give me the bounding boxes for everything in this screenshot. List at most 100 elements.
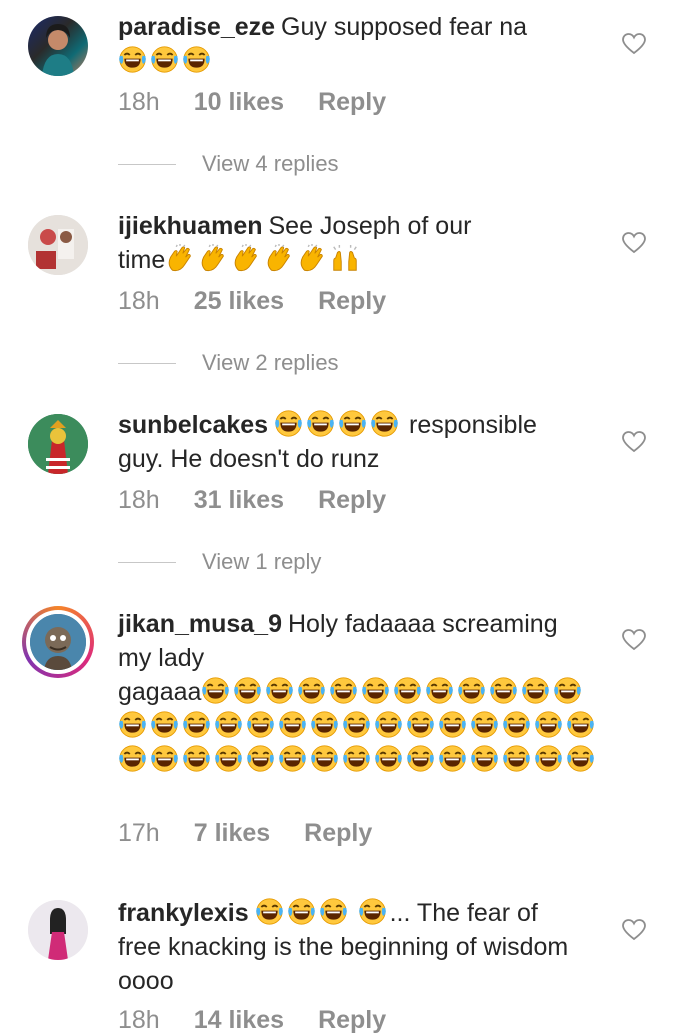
laugh-emoji: [425, 676, 454, 705]
username[interactable]: jikan_musa_9: [118, 610, 282, 638]
laugh-emoji: [534, 710, 563, 739]
laugh-emoji: [438, 744, 467, 773]
laugh-emoji: [287, 897, 316, 926]
clap-emoji: [297, 244, 327, 274]
laugh-emoji: [361, 676, 390, 705]
view-replies-button[interactable]: View 1 reply: [118, 549, 321, 575]
laugh-emoji: [534, 744, 563, 773]
comment-text: See Joseph of our: [268, 212, 472, 240]
comment-text: Holy fadaaaa screaming: [288, 610, 558, 638]
laugh-emoji: [370, 409, 399, 438]
laugh-emoji: [470, 710, 499, 739]
laugh-emoji: [278, 744, 307, 773]
laugh-emoji: [489, 676, 518, 705]
emoji-group: [274, 411, 402, 439]
reply-button[interactable]: Reply: [304, 819, 372, 848]
heart-icon[interactable]: [622, 431, 646, 453]
reply-button[interactable]: Reply: [318, 486, 386, 515]
reply-button[interactable]: Reply: [318, 287, 386, 316]
heart-icon[interactable]: [622, 232, 646, 254]
laugh-emoji: [118, 744, 147, 773]
comment-text: ... The fear of: [389, 899, 538, 927]
likes-count[interactable]: 14 likes: [194, 1006, 284, 1035]
laugh-emoji: [278, 710, 307, 739]
likes-count[interactable]: 7 likes: [194, 819, 270, 848]
username[interactable]: ijiekhuamen: [118, 212, 263, 240]
view-replies-button[interactable]: View 4 replies: [118, 151, 339, 177]
laugh-emoji: [521, 676, 550, 705]
avatar[interactable]: [28, 16, 88, 76]
laugh-emoji: [310, 744, 339, 773]
laugh-emoji: [406, 744, 435, 773]
comment-text-cont: guy. He doesn't do runz: [118, 445, 380, 473]
avatar[interactable]: [28, 900, 88, 960]
clap-emoji: [165, 244, 195, 274]
laugh-emoji: [319, 897, 348, 926]
laugh-emoji: [182, 45, 211, 74]
heart-icon[interactable]: [622, 629, 646, 651]
laugh-emoji: [342, 744, 371, 773]
laugh-emoji: [438, 710, 467, 739]
avatar[interactable]: [22, 606, 94, 678]
clap-emoji: [198, 244, 228, 274]
comment-time: 18h: [118, 88, 160, 116]
likes-count[interactable]: 10 likes: [194, 88, 284, 117]
avatar[interactable]: [28, 414, 88, 474]
laugh-emoji: [246, 710, 275, 739]
view-replies-button[interactable]: View 2 replies: [118, 350, 339, 376]
laugh-emoji: [374, 710, 403, 739]
laugh-emoji: [374, 744, 403, 773]
emoji-group: [255, 899, 390, 927]
comment-text-cont2: oooo: [118, 967, 174, 995]
laugh-emoji: [306, 409, 335, 438]
emoji-group: [118, 47, 214, 75]
laugh-emoji: [470, 744, 499, 773]
view-replies-label[interactable]: View 4 replies: [202, 151, 339, 177]
username[interactable]: frankylexis: [118, 899, 249, 927]
laugh-emoji: [553, 676, 582, 705]
view-replies-label[interactable]: View 1 reply: [202, 549, 321, 575]
likes-count[interactable]: 25 likes: [194, 287, 284, 316]
comment-text-cont: time: [118, 246, 166, 274]
reply-button[interactable]: Reply: [318, 1006, 386, 1035]
clap-emoji: [264, 244, 294, 274]
view-replies-label[interactable]: View 2 replies: [202, 350, 339, 376]
reply-button[interactable]: Reply: [318, 88, 386, 117]
laugh-emoji: [502, 710, 531, 739]
laugh-emoji: [297, 676, 326, 705]
laugh-emoji: [150, 710, 179, 739]
laugh-emoji: [566, 744, 595, 773]
laugh-emoji: [329, 676, 358, 705]
laugh-emoji: [214, 744, 243, 773]
laugh-emoji: [342, 710, 371, 739]
laugh-emoji: [214, 710, 243, 739]
laugh-emoji: [393, 676, 422, 705]
likes-count[interactable]: 31 likes: [194, 486, 284, 515]
laugh-emoji: [358, 897, 387, 926]
username[interactable]: paradise_eze: [118, 13, 275, 41]
divider: [118, 561, 176, 563]
laugh-emoji: [274, 409, 303, 438]
avatar[interactable]: [28, 215, 88, 275]
comment-text: Guy supposed fear na: [281, 13, 528, 41]
comment-time: 18h: [118, 1006, 160, 1034]
laugh-emoji: [338, 409, 367, 438]
laugh-emoji: [201, 676, 230, 705]
raise-hands-emoji: [330, 244, 360, 274]
username[interactable]: sunbelcakes: [118, 411, 268, 439]
laugh-emoji: [566, 710, 595, 739]
laugh-emoji: [255, 897, 284, 926]
comment-time: 18h: [118, 486, 160, 514]
comment-text-cont2: gagaaa: [118, 678, 202, 706]
comment-time: 18h: [118, 287, 160, 315]
laugh-emoji: [457, 676, 486, 705]
emoji-group: [165, 246, 363, 274]
laugh-emoji: [233, 676, 262, 705]
heart-icon[interactable]: [622, 919, 646, 941]
laugh-emoji: [150, 744, 179, 773]
laugh-emoji: [182, 710, 211, 739]
laugh-emoji: [265, 676, 294, 705]
heart-icon[interactable]: [622, 33, 646, 55]
laugh-emoji: [310, 710, 339, 739]
laugh-emoji: [118, 45, 147, 74]
